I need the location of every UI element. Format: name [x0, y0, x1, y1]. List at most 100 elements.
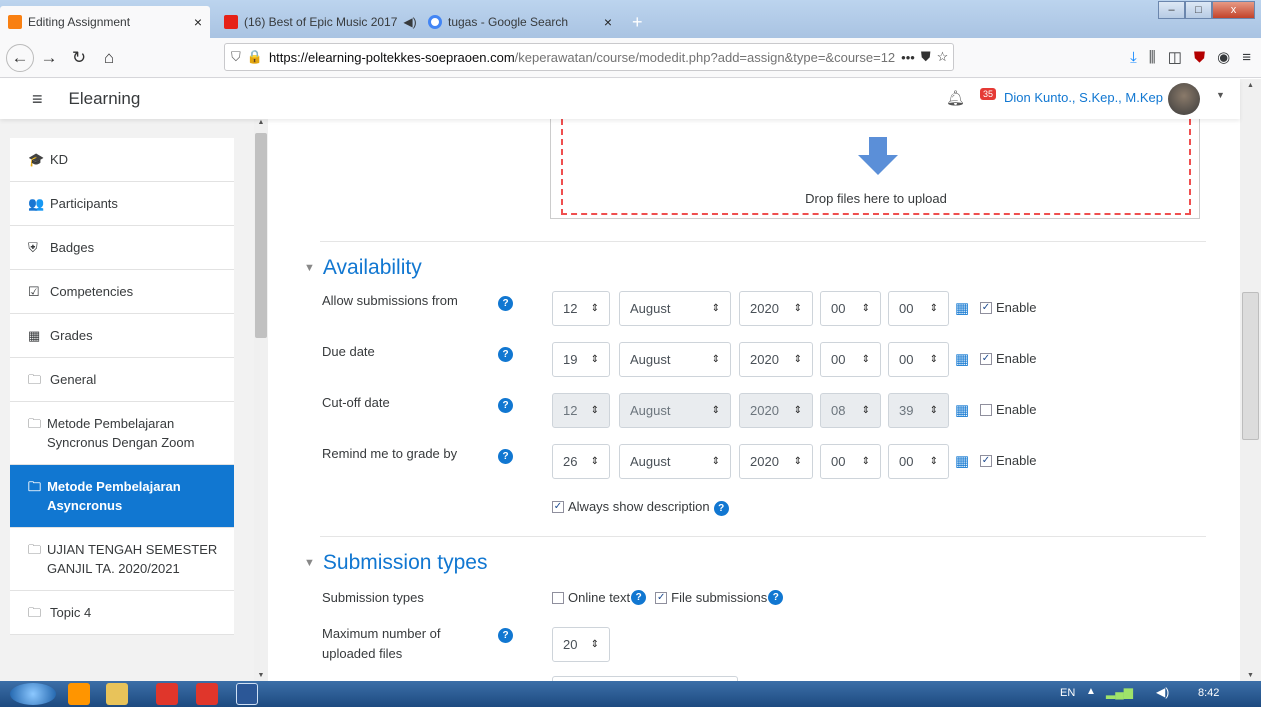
reload-button[interactable]: ↻ [64, 43, 94, 73]
close-tab-icon[interactable]: × [194, 14, 202, 30]
minute-select[interactable]: 39 ⇕ [888, 393, 949, 428]
month-select[interactable]: August ⇕ [619, 393, 731, 428]
messages-button[interactable]: 35 [980, 85, 997, 100]
month-select[interactable]: August ⇕ [619, 444, 731, 479]
scroll-up-icon[interactable]: ▲ [254, 119, 268, 126]
scroll-down-icon[interactable]: ▼ [254, 672, 268, 679]
help-icon[interactable]: ? [498, 628, 513, 643]
sidebar-item[interactable]: 🗀 Topic 4 [10, 591, 234, 635]
forward-button[interactable]: → [34, 43, 64, 73]
sidebar-item[interactable]: ▦ Grades [10, 314, 234, 358]
calendar-icon[interactable]: ▦ [955, 401, 969, 419]
ublock-icon[interactable]: ⛊ [1194, 49, 1205, 66]
submission-types-section-toggle[interactable]: ▼ Submission types [304, 551, 487, 575]
user-menu-caret-icon[interactable]: ▼ [1216, 90, 1225, 100]
help-icon[interactable]: ? [498, 347, 513, 362]
help-icon[interactable]: ? [631, 590, 647, 605]
new-tab-button[interactable]: + [624, 6, 648, 38]
enable-checkbox[interactable] [980, 403, 992, 416]
enable-checkbox[interactable]: ✓ [980, 301, 992, 314]
enable-field[interactable]: ✓ Enable [980, 453, 1036, 468]
day-select[interactable]: 12 ⇕ [552, 291, 610, 326]
minimize-button[interactable]: – [1158, 1, 1185, 19]
hour-select[interactable]: 00 ⇕ [820, 444, 881, 479]
help-icon[interactable]: ? [713, 501, 729, 516]
calendar-icon[interactable]: ▦ [955, 350, 969, 368]
calendar-icon[interactable]: ▦ [955, 452, 969, 470]
language-indicator[interactable]: EN [1060, 687, 1075, 699]
help-icon[interactable]: ? [498, 398, 513, 413]
download-icon[interactable]: ⤓ [1130, 49, 1137, 66]
bell-icon[interactable]: 🔔︎ [946, 89, 965, 107]
year-select[interactable]: 2020 ⇕ [739, 291, 813, 326]
always-show-checkbox[interactable]: ✓ [552, 500, 564, 513]
day-select[interactable]: 19 ⇕ [552, 342, 610, 377]
tab-editing-assignment[interactable]: Editing Assignment × [0, 6, 210, 38]
back-button[interactable]: ← [6, 43, 34, 72]
firefox-taskbar-icon[interactable] [68, 683, 90, 705]
clock[interactable]: 8:42 [1198, 687, 1219, 699]
sidebar-toggle-icon[interactable]: ◫ [1168, 48, 1182, 66]
sidebar-item[interactable]: 🗀 General [10, 358, 234, 402]
sidebar-item[interactable]: 👥 Participants [10, 182, 234, 226]
pocket-icon[interactable]: ⛊ [921, 49, 931, 65]
sidebar-item[interactable]: ☑ Competencies [10, 270, 234, 314]
downloader-taskbar-icon[interactable] [196, 683, 218, 705]
audio-playing-icon[interactable]: ◀) [403, 15, 416, 29]
availability-section-toggle[interactable]: ▼ Availability [304, 256, 422, 280]
site-title[interactable]: Elearning [69, 89, 141, 109]
file-dropzone[interactable]: Drop files here to upload [561, 119, 1191, 215]
library-icon[interactable]: ⫼ [1149, 49, 1156, 66]
tab-epic-music[interactable]: (16) Best of Epic Music 2017 ◀) × [216, 6, 416, 38]
enable-field[interactable]: Enable [980, 402, 1036, 417]
enable-checkbox[interactable]: ✓ [980, 454, 992, 467]
sidebar-item[interactable]: ⛨ Badges [10, 226, 234, 270]
user-name[interactable]: Dion Kunto., S.Kep., M.Kep [1004, 90, 1163, 105]
online-text-checkbox[interactable] [552, 591, 564, 604]
sidebar-scroll-thumb[interactable] [255, 133, 267, 338]
sidebar-item[interactable]: 🗀 Metode Pembelajaran Syncronus Dengan Zo… [10, 402, 234, 465]
minute-select[interactable]: 00 ⇕ [888, 342, 949, 377]
bookmark-star-icon[interactable]: ☆ [937, 49, 949, 65]
day-select[interactable]: 12 ⇕ [552, 393, 610, 428]
start-button[interactable] [10, 683, 56, 705]
minute-select[interactable]: 00 ⇕ [888, 444, 949, 479]
sidebar-item[interactable]: 🗀 UJIAN TENGAH SEMESTER GANJIL TA. 2020/2… [10, 528, 234, 591]
scroll-up-icon[interactable]: ▲ [1240, 82, 1261, 89]
page-scrollbar[interactable]: ▲ ▼ [1240, 79, 1261, 681]
scroll-down-icon[interactable]: ▼ [1240, 672, 1261, 679]
maximize-button[interactable]: □ [1185, 1, 1212, 19]
explorer-taskbar-icon[interactable] [106, 683, 128, 705]
avatar[interactable] [1168, 83, 1200, 115]
url-bar[interactable]: ⛉ 🔒 https://elearning-poltekkes-soepraoe… [224, 43, 954, 71]
year-select[interactable]: 2020 ⇕ [739, 342, 813, 377]
max-files-select[interactable]: 20 ⇕ [552, 627, 610, 662]
help-icon[interactable]: ? [768, 590, 784, 605]
enable-field[interactable]: ✓ Enable [980, 351, 1036, 366]
enable-field[interactable]: ✓ Enable [980, 300, 1036, 315]
page-actions-icon[interactable]: ••• [901, 50, 915, 65]
media-player-taskbar-icon[interactable] [156, 683, 178, 705]
sidebar-item[interactable]: 🎓 KD [10, 138, 234, 182]
tab-google-search[interactable]: tugas - Google Search × [420, 6, 620, 38]
help-icon[interactable]: ? [498, 296, 513, 311]
network-icon[interactable]: ▂▄▆ [1106, 685, 1133, 699]
year-select[interactable]: 2020 ⇕ [739, 393, 813, 428]
volume-icon[interactable]: ◀) [1156, 685, 1169, 699]
hour-select[interactable]: 00 ⇕ [820, 291, 881, 326]
minute-select[interactable]: 00 ⇕ [888, 291, 949, 326]
month-select[interactable]: August ⇕ [619, 291, 731, 326]
sidebar-item[interactable]: 🗀 Metode Pembelajaran Asyncronus [10, 465, 234, 528]
nav-drawer-toggle[interactable]: ≡ [32, 89, 43, 110]
day-select[interactable]: 26 ⇕ [552, 444, 610, 479]
extension-icon[interactable]: ◉ [1217, 48, 1230, 66]
sidebar-scrollbar[interactable]: ▲ ▼ [254, 119, 268, 681]
hamburger-menu-icon[interactable]: ≡ [1242, 49, 1251, 66]
calendar-icon[interactable]: ▦ [955, 299, 969, 317]
year-select[interactable]: 2020 ⇕ [739, 444, 813, 479]
always-show-description-field[interactable]: ✓ Always show description ? [552, 499, 729, 516]
page-scroll-thumb[interactable] [1242, 292, 1259, 440]
close-tab-icon[interactable]: × [604, 14, 612, 30]
enable-checkbox[interactable]: ✓ [980, 352, 992, 365]
file-submissions-checkbox[interactable]: ✓ [655, 591, 668, 604]
